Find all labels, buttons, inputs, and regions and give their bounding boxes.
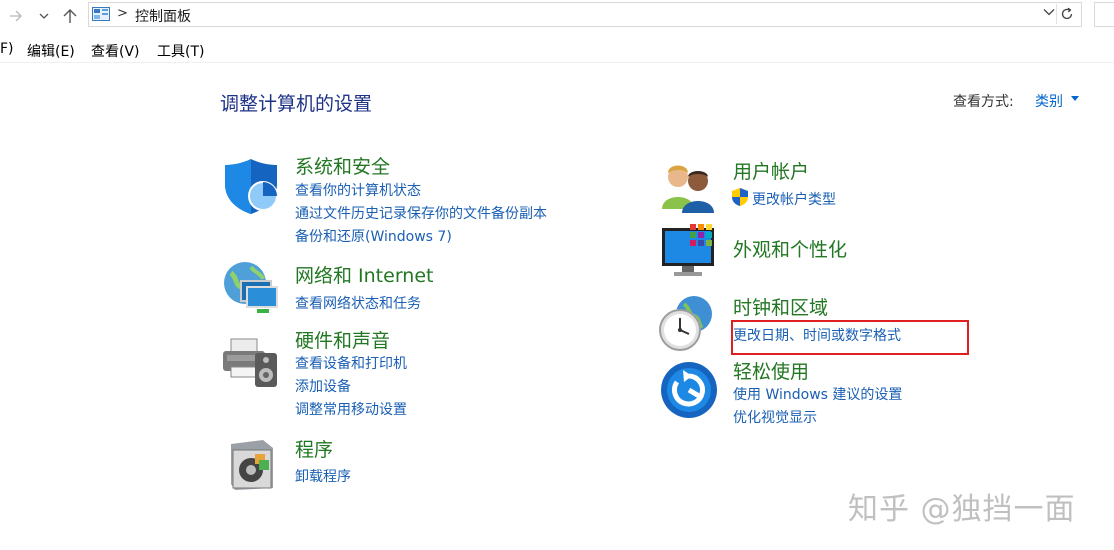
link-add-device[interactable]: 添加设备 [295, 376, 351, 396]
monitor-personalize-icon[interactable] [660, 222, 720, 282]
chevron-down-icon [1043, 9, 1055, 16]
programs-box-icon[interactable] [221, 434, 281, 494]
link-backup-restore[interactable]: 备份和还原(Windows 7) [295, 226, 452, 246]
printer-speaker-icon[interactable] [221, 333, 281, 393]
link-windows-recommended-settings[interactable]: 使用 Windows 建议的设置 [733, 384, 902, 404]
link-uninstall-program[interactable]: 卸载程序 [295, 466, 351, 486]
caret-down-icon[interactable] [1071, 96, 1079, 101]
category-title-network[interactable]: 网络和 Internet [295, 261, 433, 288]
link-file-history-backup[interactable]: 通过文件历史记录保存你的文件备份副本 [295, 203, 547, 223]
menu-edit[interactable]: 编辑(E) [27, 41, 75, 61]
uac-shield-icon [732, 188, 748, 206]
watermark: 知乎 @独挡一面 [848, 492, 1076, 527]
category-title-clock-region[interactable]: 时钟和区域 [733, 293, 828, 320]
arrow-right-icon [10, 10, 22, 22]
breadcrumb-separator[interactable]: > [117, 6, 128, 21]
view-by-dropdown[interactable]: 类别 [1035, 91, 1063, 111]
link-devices-printers[interactable]: 查看设备和打印机 [295, 353, 407, 373]
menu-tools[interactable]: 工具(T) [157, 41, 204, 61]
breadcrumb-control-panel[interactable]: 控制面板 [135, 6, 191, 26]
address-history-dropdown[interactable] [1043, 5, 1055, 19]
chevron-down-icon [39, 13, 49, 19]
up-button[interactable] [60, 6, 80, 26]
category-title-user-accounts[interactable]: 用户帐户 [733, 157, 809, 184]
link-change-account-type[interactable]: 更改帐户类型 [752, 189, 836, 209]
recent-locations-button[interactable] [34, 6, 54, 26]
shield-icon[interactable] [221, 156, 281, 216]
address-toolbar: > 控制面板 [0, 0, 1114, 32]
address-bar[interactable]: > 控制面板 [88, 2, 1082, 27]
network-globe-icon[interactable] [221, 259, 281, 319]
link-mobility-settings[interactable]: 调整常用移动设置 [295, 399, 407, 419]
link-optimize-visual-display[interactable]: 优化视觉显示 [733, 407, 817, 427]
users-icon[interactable] [658, 157, 718, 217]
category-title-ease-of-access[interactable]: 轻松使用 [733, 357, 809, 384]
page-title: 调整计算机的设置 [220, 93, 373, 115]
ease-of-access-icon[interactable] [659, 360, 719, 420]
clock-globe-icon[interactable] [656, 294, 716, 354]
forward-button[interactable] [6, 6, 26, 26]
control-panel-icon [92, 7, 110, 21]
refresh-button[interactable] [1056, 4, 1077, 24]
highlight-annotation [731, 320, 969, 355]
arrow-up-icon [63, 9, 77, 23]
category-title-appearance[interactable]: 外观和个性化 [733, 235, 847, 262]
menu-file[interactable]: F) [0, 41, 14, 57]
link-view-computer-status[interactable]: 查看你的计算机状态 [295, 180, 421, 200]
category-title-programs[interactable]: 程序 [295, 435, 333, 462]
refresh-icon [1061, 7, 1073, 20]
link-network-status[interactable]: 查看网络状态和任务 [295, 293, 421, 313]
search-input[interactable] [1094, 2, 1114, 27]
menu-view[interactable]: 查看(V) [91, 41, 140, 61]
view-by-label: 查看方式: [953, 94, 1014, 110]
category-title-hardware-sound[interactable]: 硬件和声音 [295, 326, 390, 353]
category-title-system-security[interactable]: 系统和安全 [295, 152, 390, 179]
menu-bar: F) 编辑(E) 查看(V) 工具(T) [0, 36, 1114, 63]
